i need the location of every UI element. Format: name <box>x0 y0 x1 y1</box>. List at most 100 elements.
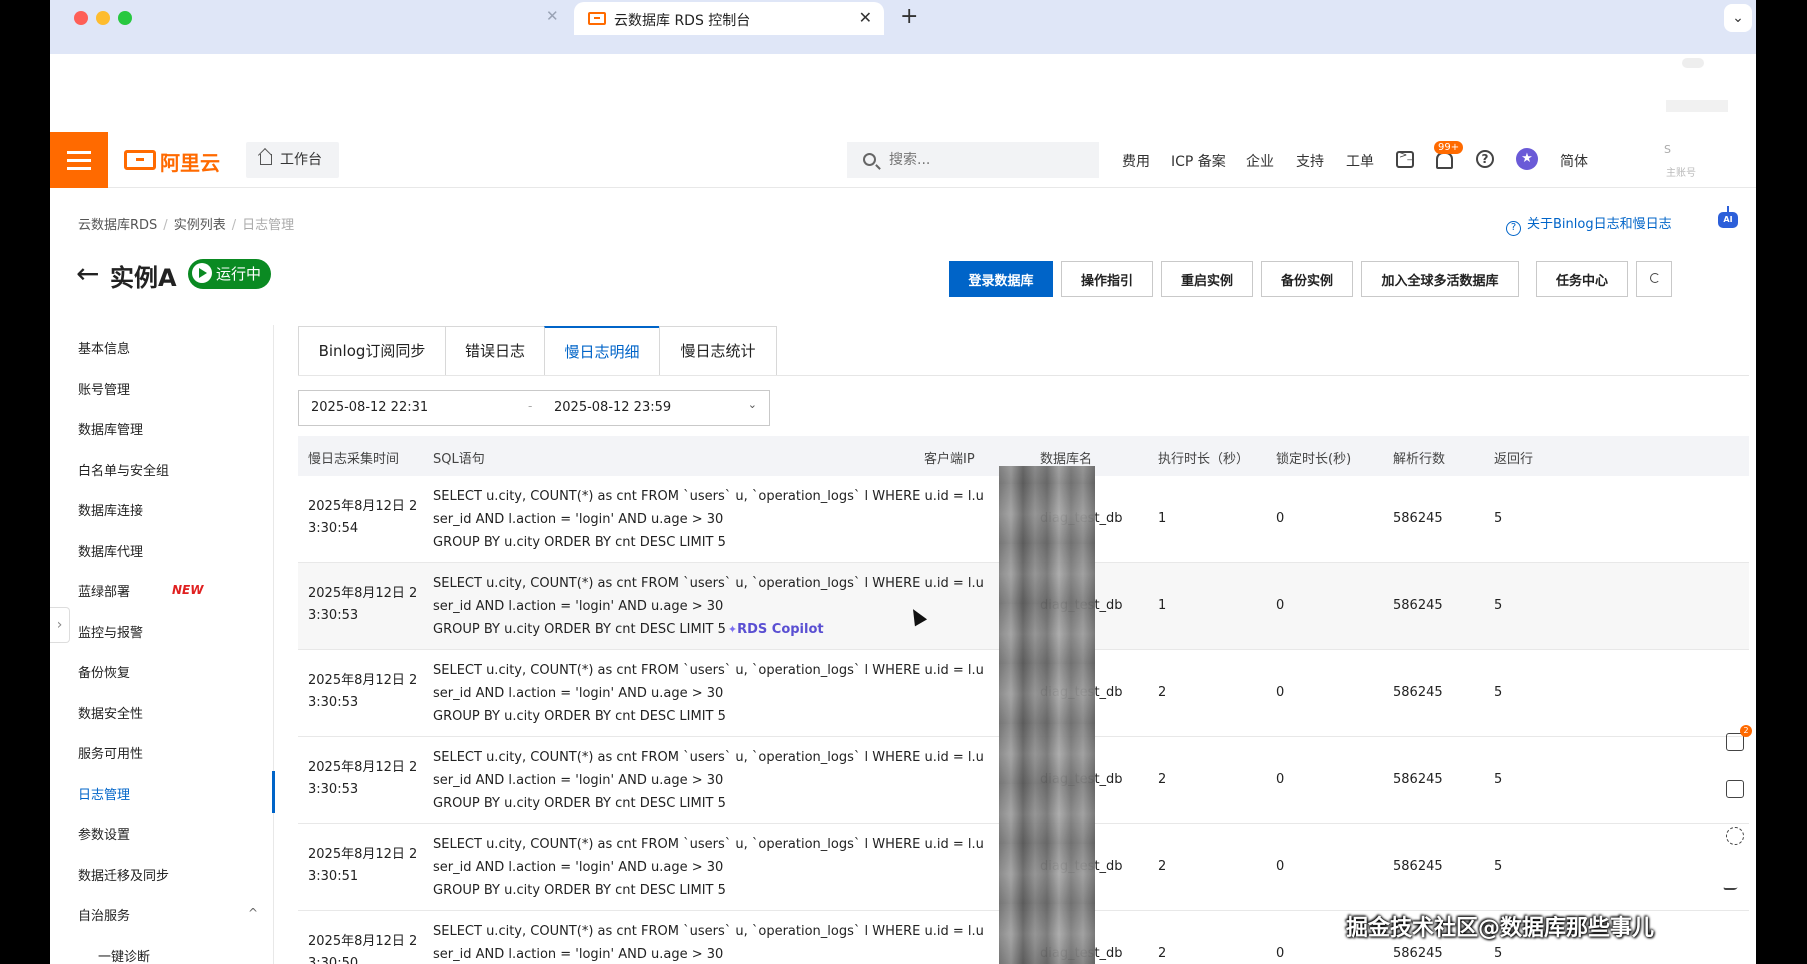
rds-copilot-button[interactable]: ✦RDS Copilot <box>728 622 824 637</box>
binlog-help-link[interactable]: ? 关于Binlog日志和慢日志 <box>1506 213 1672 236</box>
tab-binlog[interactable]: Binlog订阅同步 <box>298 326 446 376</box>
date-range-picker[interactable]: 2025-08-12 22:31 - 2025-08-12 23:59 ⌄ <box>298 390 770 426</box>
aliyun-logo-icon <box>124 150 156 170</box>
nav-link-ticket[interactable]: 工单 <box>1346 151 1374 171</box>
sidebar-item-basic-info[interactable]: 基本信息 <box>78 338 130 357</box>
cell-lock-time: 0 <box>1276 946 1285 961</box>
tab-menu-icon[interactable]: ⌄ <box>1724 4 1752 32</box>
sidebar-item-parameters[interactable]: 参数设置 <box>78 824 130 843</box>
cell-rows-parsed: 586245 <box>1393 685 1443 700</box>
sidebar-item-connection[interactable]: 数据库连接 <box>78 500 143 519</box>
chevron-up-icon[interactable]: ^ <box>248 906 258 920</box>
date-end[interactable]: 2025-08-12 23:59 <box>554 400 671 415</box>
sidebar-item-security[interactable]: 数据安全性 <box>78 703 143 722</box>
new-tab-icon[interactable]: + <box>900 4 918 29</box>
sidebar-item-diagnosis[interactable]: 一键诊断 <box>98 946 150 964</box>
sidebar-item-migration[interactable]: 数据迁移及同步 <box>78 865 169 884</box>
col-header-rows-parsed: 解析行数 <box>1393 452 1446 467</box>
cell-lock-time: 0 <box>1276 685 1285 700</box>
prev-tab-close-icon[interactable]: ✕ <box>546 7 559 25</box>
cell-rows-returned: 5 <box>1494 946 1503 961</box>
cell-exec-time: 2 <box>1158 859 1167 874</box>
nav-link-icp[interactable]: ICP 备案 <box>1171 151 1226 171</box>
cell-time: 2025年8月12日 2 3:30:51 <box>308 847 418 884</box>
cell-sql: SELECT u.city, COUNT(*) as cnt FROM `use… <box>433 576 984 637</box>
tab-slow-log-stats[interactable]: 慢日志统计 <box>659 326 777 376</box>
cell-time: 2025年8月12日 2 3:30:53 <box>308 760 418 797</box>
code-icon[interactable] <box>1726 780 1744 798</box>
aliyun-favicon-icon <box>588 12 606 25</box>
sidebar-item-backup[interactable]: 备份恢复 <box>78 662 130 681</box>
browser-tab-title: 云数据库 RDS 控制台 <box>614 13 751 29</box>
faint-toolbar-icon <box>1682 58 1704 68</box>
ai-robot-icon[interactable]: AI <box>1714 206 1742 234</box>
tab-error-log[interactable]: 错误日志 <box>445 326 545 376</box>
join-global-active-db-button[interactable]: 加入全球多活数据库 <box>1361 261 1519 297</box>
refresh-button[interactable] <box>1636 261 1672 297</box>
restart-instance-button[interactable]: 重启实例 <box>1161 261 1253 297</box>
window-close-light[interactable] <box>74 11 88 25</box>
running-play-icon <box>192 263 212 283</box>
sidebar-item-accounts[interactable]: 账号管理 <box>78 379 130 398</box>
window-minimize-light[interactable] <box>96 11 110 25</box>
breadcrumb-log-management: 日志管理 <box>242 218 295 233</box>
terminal-icon[interactable] <box>1396 150 1414 168</box>
hamburger-menu-button[interactable] <box>50 132 108 188</box>
breadcrumb: 云数据库RDS / 实例列表 / 日志管理 <box>78 218 295 233</box>
search-input[interactable] <box>847 142 1099 178</box>
sidebar-active-indicator <box>272 771 275 813</box>
sidebar-item-monitoring[interactable]: 监控与报警 <box>78 622 143 641</box>
sidebar-item-blue-green[interactable]: 蓝绿部署 NEW <box>78 581 203 600</box>
operation-guide-button[interactable]: 操作指引 <box>1061 261 1153 297</box>
watermark: 掘金技术社区@数据库那些事儿 <box>1346 916 1655 941</box>
user-account-type: 主账号 <box>1666 168 1696 179</box>
backup-instance-button[interactable]: 备份实例 <box>1261 261 1353 297</box>
sparkle-icon: ✦ <box>727 623 738 636</box>
cell-rows-returned: 5 <box>1494 772 1503 787</box>
tabs-divider <box>298 375 1749 376</box>
sidebar-item-proxy[interactable]: 数据库代理 <box>78 541 143 560</box>
cell-exec-time: 2 <box>1158 772 1167 787</box>
workbench-label: 工作台 <box>280 152 322 168</box>
ai-assistant-avatar[interactable]: ★ <box>1516 148 1538 170</box>
browser-tab-active[interactable]: 云数据库 RDS 控制台 ✕ <box>574 2 884 35</box>
nav-link-enterprise[interactable]: 企业 <box>1246 151 1274 171</box>
window-zoom-light[interactable] <box>118 11 132 25</box>
sidebar-item-whitelist[interactable]: 白名单与安全组 <box>78 460 169 479</box>
cell-sql: SELECT u.city, COUNT(*) as cnt FROM `use… <box>433 663 984 724</box>
sidebar-item-autonomy[interactable]: 自治服务 <box>78 905 130 924</box>
sidebar-collapse-handle[interactable]: › <box>50 607 70 643</box>
workbench-button[interactable]: 工作台 <box>246 142 339 178</box>
cell-sql: SELECT u.city, COUNT(*) as cnt FROM `use… <box>433 924 984 962</box>
back-arrow-icon[interactable]: ← <box>76 260 99 288</box>
user-account-name[interactable]: S <box>1664 143 1671 156</box>
tab-slow-log-detail[interactable]: 慢日志明细 <box>544 326 660 376</box>
cell-rows-returned: 5 <box>1494 511 1503 526</box>
search-icon <box>863 153 876 166</box>
login-database-button[interactable]: 登录数据库 <box>949 261 1053 297</box>
cell-time: 2025年8月12日 2 3:30:53 <box>308 673 418 710</box>
breadcrumb-instance-list[interactable]: 实例列表 <box>174 218 226 233</box>
tab-close-icon[interactable]: ✕ <box>859 8 872 27</box>
sidebar-nav: 基本信息 账号管理 数据库管理 白名单与安全组 数据库连接 数据库代理 蓝绿部署… <box>50 325 274 964</box>
cell-exec-time: 2 <box>1158 946 1167 961</box>
cell-rows-returned: 5 <box>1494 859 1503 874</box>
date-start[interactable]: 2025-08-12 22:31 <box>311 400 428 415</box>
language-switch[interactable]: 简体 <box>1560 151 1588 171</box>
sidebar-item-logs[interactable]: 日志管理 <box>78 784 130 803</box>
page-title: 实例A <box>110 264 177 292</box>
cell-rows-parsed: 586245 <box>1393 598 1443 613</box>
cell-sql: SELECT u.city, COUNT(*) as cnt FROM `use… <box>433 750 984 811</box>
breadcrumb-rds[interactable]: 云数据库RDS <box>78 218 157 233</box>
cell-rows-parsed: 586245 <box>1393 946 1443 961</box>
nav-link-cost[interactable]: 费用 <box>1122 151 1150 171</box>
gear-icon[interactable] <box>1726 827 1744 845</box>
task-center-button[interactable]: 任务中心 <box>1536 261 1628 297</box>
document-count-badge: 2 <box>1740 725 1752 737</box>
nav-link-support[interactable]: 支持 <box>1296 151 1324 171</box>
status-badge: 运行中 <box>188 259 272 289</box>
sidebar-item-availability[interactable]: 服务可用性 <box>78 743 143 762</box>
help-icon[interactable]: ? <box>1476 150 1494 168</box>
sidebar-item-databases[interactable]: 数据库管理 <box>78 419 143 438</box>
chevron-down-icon[interactable]: ⌄ <box>748 398 757 411</box>
